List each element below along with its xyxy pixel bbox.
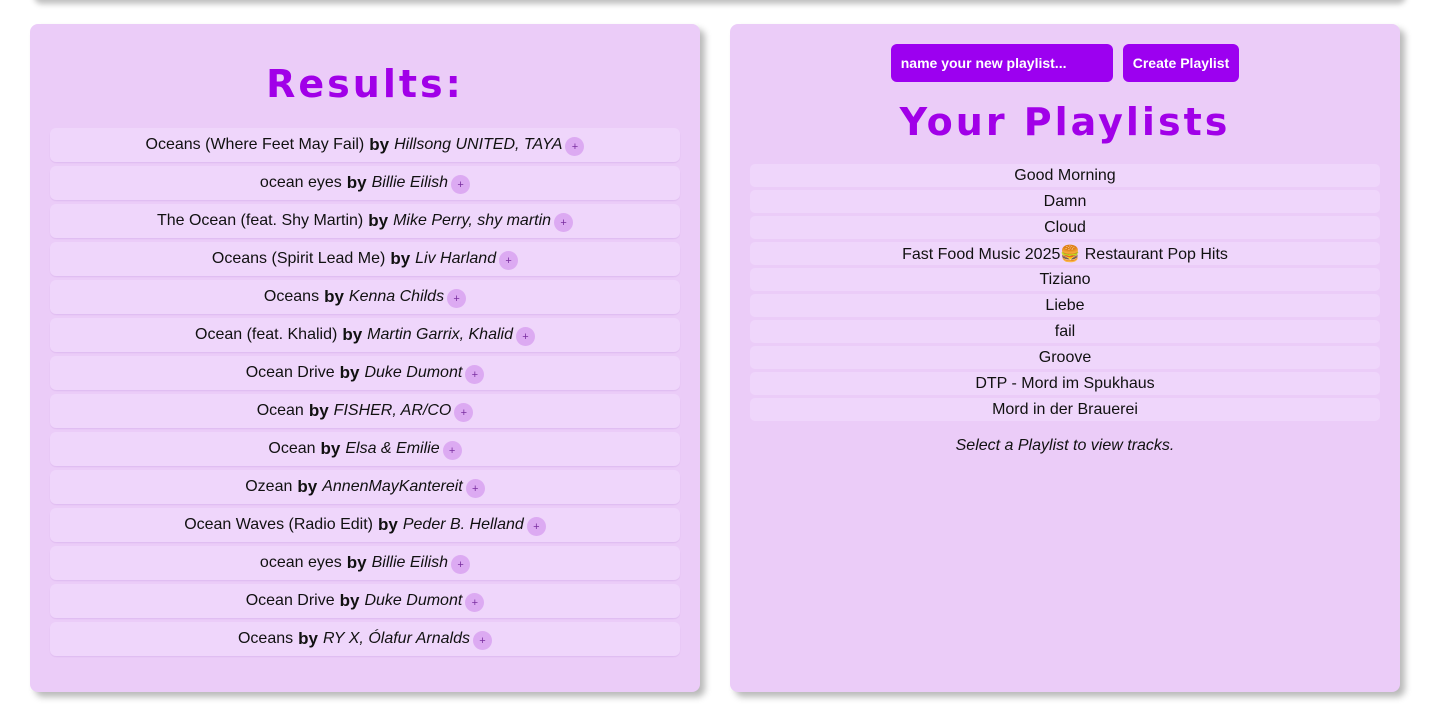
track-title: ocean eyes	[259, 174, 342, 191]
track-row: Ocean (feat. Khalid) by Martin Garrix, Kha…	[50, 318, 680, 352]
track-artist: Martin Garrix, Khalid	[367, 326, 513, 343]
track-row: Ocean Waves (Radio Edit) by Peder B. Hella…	[50, 508, 680, 542]
playlist-item[interactable]: Tiziano	[750, 268, 1380, 291]
track-artist: Kenna Childs	[348, 288, 445, 305]
playlist-item[interactable]: Groove	[750, 346, 1380, 369]
track-title: Ocean Waves (Radio Edit)	[184, 516, 373, 533]
track-row: Oceans by Kenna Childs +	[50, 280, 680, 314]
playlist-item[interactable]: Fast Food Music 2025🍔 Restaurant Pop Hit…	[750, 242, 1380, 265]
track-row: Oceans (Spirit Lead Me) by Liv Harland +	[50, 242, 680, 276]
track-artist: Duke Dumont	[364, 364, 463, 381]
track-row: Ocean Drive by Duke Dumont +	[50, 356, 680, 390]
select-playlist-hint: Select a Playlist to view tracks.	[955, 437, 1175, 454]
track-artist: Duke Dumont	[364, 592, 463, 609]
track-row: Ocean by Elsa & Emilie +	[50, 432, 680, 466]
track-title: Oceans (Spirit Lead Me)	[211, 250, 386, 267]
add-track-button[interactable]: +	[565, 137, 585, 156]
track-title: ocean eyes	[259, 554, 342, 571]
results-title: Results:	[266, 62, 464, 106]
add-track-button[interactable]: +	[465, 593, 485, 612]
results-list: Oceans (Where Feet May Fail) by Hillsong U…	[50, 128, 680, 656]
add-track-button[interactable]: +	[499, 251, 519, 270]
track-artist: Liv Harland	[415, 250, 497, 267]
track-row: Oceans by RY X, Ólafur Arnalds +	[50, 622, 680, 656]
add-track-button[interactable]: +	[465, 365, 485, 384]
by-label: by	[297, 477, 318, 496]
playlist-item[interactable]: Liebe	[750, 294, 1380, 317]
add-track-button[interactable]: +	[515, 327, 535, 346]
add-track-button[interactable]: +	[451, 175, 471, 194]
track-title: Oceans	[263, 288, 320, 305]
by-label: by	[339, 591, 360, 610]
track-row: Ozean by AnnenMayKantereit +	[50, 470, 680, 504]
track-row: The Ocean (feat. Shy Martin) by Mike Perry…	[50, 204, 680, 238]
results-panel: Results: Oceans (Where Feet May Fail) by H…	[30, 24, 700, 692]
playlist-item[interactable]: Cloud	[750, 216, 1380, 239]
by-label: by	[342, 325, 363, 344]
track-artist: Hillsong UNITED, TAYA	[394, 136, 563, 153]
track-row: ocean eyes by Billie Eilish +	[50, 166, 680, 200]
track-title: Ocean Drive	[245, 592, 335, 609]
track-artist: Elsa & Emilie	[345, 440, 440, 457]
playlists-panel: Create Playlist Your Playlists Good Morn…	[730, 24, 1400, 692]
track-row: Ocean Drive by Duke Dumont +	[50, 584, 680, 618]
by-label: by	[339, 363, 360, 382]
track-artist: Peder B. Helland	[402, 516, 524, 533]
by-label: by	[390, 249, 411, 268]
create-playlist-button[interactable]: Create Playlist	[1122, 44, 1240, 82]
by-label: by	[324, 287, 344, 306]
add-track-button[interactable]: +	[451, 555, 471, 574]
track-row: ocean eyes by Billie Eilish +	[50, 546, 680, 580]
by-label: by	[298, 629, 318, 648]
by-label: by	[368, 211, 389, 230]
by-label: by	[320, 439, 341, 458]
add-track-button[interactable]: +	[465, 479, 485, 498]
create-playlist-form: Create Playlist	[750, 44, 1380, 82]
add-track-button[interactable]: +	[526, 517, 546, 536]
track-title: The Ocean (feat. Shy Martin)	[156, 212, 364, 229]
add-track-button[interactable]: +	[447, 289, 467, 308]
track-title: Ocean	[268, 440, 316, 457]
playlist-item[interactable]: fail	[750, 320, 1380, 343]
playlist-name-input[interactable]	[890, 44, 1113, 82]
track-title: Ocean Drive	[245, 364, 335, 381]
playlist-item[interactable]: Damn	[750, 190, 1380, 213]
add-track-button[interactable]: +	[473, 631, 492, 650]
by-label: by	[346, 553, 367, 572]
track-title: Ozean	[245, 478, 293, 495]
track-title: Oceans (Where Feet May Fail)	[145, 136, 365, 153]
track-artist: FISHER, AR/CO	[333, 402, 452, 419]
track-row: Oceans (Where Feet May Fail) by Hillsong U…	[50, 128, 680, 162]
track-artist: Billie Eilish	[371, 554, 449, 571]
add-track-button[interactable]: +	[554, 213, 574, 232]
playlist-item[interactable]: DTP - Mord im Spukhaus	[750, 372, 1380, 395]
track-title: Ocean (feat. Khalid)	[195, 326, 338, 343]
by-label: by	[369, 135, 390, 154]
by-label: by	[378, 515, 398, 534]
track-title: Oceans	[237, 630, 294, 647]
track-row: Ocean by FISHER, AR/CO +	[50, 394, 680, 428]
add-track-button[interactable]: +	[442, 441, 462, 460]
by-label: by	[346, 173, 367, 192]
add-track-button[interactable]: +	[454, 403, 474, 422]
track-title: Ocean	[256, 402, 304, 419]
track-artist: RY X, Ólafur Arnalds	[322, 630, 470, 647]
by-label: by	[308, 401, 329, 420]
playlist-item[interactable]: Good Morning	[750, 164, 1380, 187]
playlists-title: Your Playlists	[899, 100, 1231, 144]
playlist-list: Good Morning Damn Cloud Fast Food Music 202…	[750, 164, 1380, 421]
track-artist: Billie Eilish	[371, 174, 449, 191]
playlist-item[interactable]: Mord in der Brauerei	[750, 398, 1380, 421]
track-artist: AnnenMayKantereit	[322, 478, 463, 495]
track-artist: Mike Perry, shy martin	[393, 212, 552, 229]
